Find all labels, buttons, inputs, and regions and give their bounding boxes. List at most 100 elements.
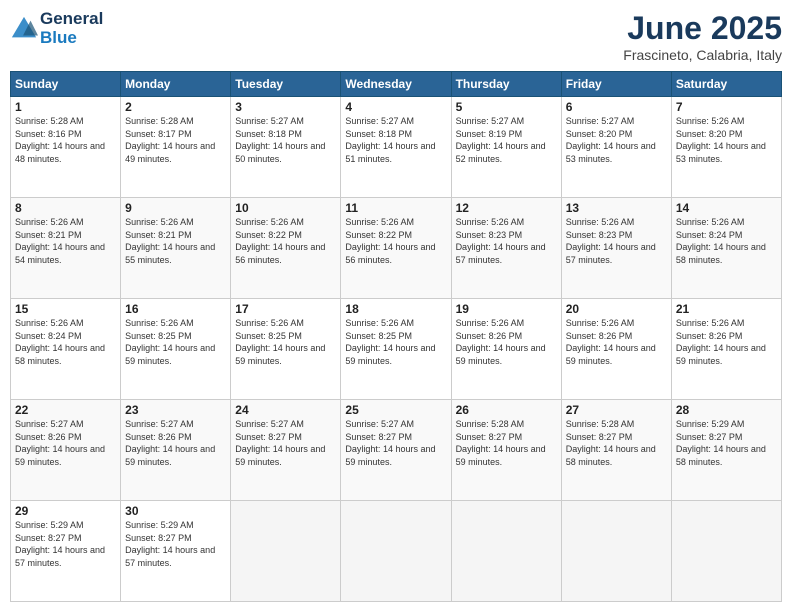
calendar-cell: 3 Sunrise: 5:27 AMSunset: 8:18 PMDaylight… [231,97,341,198]
day-info: Sunrise: 5:26 AMSunset: 8:26 PMDaylight:… [456,318,546,366]
day-number: 12 [456,201,557,215]
day-number: 29 [15,504,116,518]
month-title: June 2025 [623,10,782,47]
calendar-cell: 9 Sunrise: 5:26 AMSunset: 8:21 PMDaylight… [121,198,231,299]
day-info: Sunrise: 5:27 AMSunset: 8:27 PMDaylight:… [235,419,325,467]
title-block: June 2025 Frascineto, Calabria, Italy [623,10,782,63]
day-info: Sunrise: 5:26 AMSunset: 8:22 PMDaylight:… [235,217,325,265]
day-info: Sunrise: 5:28 AMSunset: 8:16 PMDaylight:… [15,116,105,164]
calendar-cell: 26 Sunrise: 5:28 AMSunset: 8:27 PMDayligh… [451,400,561,501]
calendar-cell [671,501,781,602]
calendar-cell [341,501,451,602]
calendar-cell: 25 Sunrise: 5:27 AMSunset: 8:27 PMDayligh… [341,400,451,501]
day-info: Sunrise: 5:26 AMSunset: 8:21 PMDaylight:… [125,217,215,265]
day-info: Sunrise: 5:28 AMSunset: 8:17 PMDaylight:… [125,116,215,164]
day-number: 30 [125,504,226,518]
weekday-header: Tuesday [231,72,341,97]
day-number: 5 [456,100,557,114]
calendar-cell: 18Sunrise: 5:26 AMSunset: 8:25 PMDayligh… [341,299,451,400]
day-info: Sunrise: 5:26 AMSunset: 8:25 PMDaylight:… [125,318,215,366]
day-number: 19 [456,302,557,316]
calendar-cell: 11 Sunrise: 5:26 AMSunset: 8:22 PMDayligh… [341,198,451,299]
calendar-cell: 5 Sunrise: 5:27 AMSunset: 8:19 PMDaylight… [451,97,561,198]
calendar-cell: 24Sunrise: 5:27 AMSunset: 8:27 PMDayligh… [231,400,341,501]
day-number: 28 [676,403,777,417]
calendar-cell: 28Sunrise: 5:29 AMSunset: 8:27 PMDayligh… [671,400,781,501]
calendar-cell: 27 Sunrise: 5:28 AMSunset: 8:27 PMDayligh… [561,400,671,501]
day-info: Sunrise: 5:28 AMSunset: 8:27 PMDaylight:… [566,419,656,467]
day-number: 8 [15,201,116,215]
day-info: Sunrise: 5:27 AMSunset: 8:18 PMDaylight:… [235,116,325,164]
header: General Blue June 2025 Frascineto, Calab… [10,10,782,63]
day-number: 15 [15,302,116,316]
day-info: Sunrise: 5:26 AMSunset: 8:23 PMDaylight:… [456,217,546,265]
calendar-cell: 10 Sunrise: 5:26 AMSunset: 8:22 PMDayligh… [231,198,341,299]
day-number: 10 [235,201,336,215]
day-info: Sunrise: 5:26 AMSunset: 8:26 PMDaylight:… [566,318,656,366]
calendar-cell: 13 Sunrise: 5:26 AMSunset: 8:23 PMDayligh… [561,198,671,299]
day-number: 22 [15,403,116,417]
calendar-cell: 16 Sunrise: 5:26 AMSunset: 8:25 PMDayligh… [121,299,231,400]
day-number: 27 [566,403,667,417]
day-number: 9 [125,201,226,215]
calendar-cell: 6 Sunrise: 5:27 AMSunset: 8:20 PMDaylight… [561,97,671,198]
day-info: Sunrise: 5:27 AMSunset: 8:26 PMDaylight:… [125,419,215,467]
weekday-header: Sunday [11,72,121,97]
day-info: Sunrise: 5:26 AMSunset: 8:26 PMDaylight:… [676,318,766,366]
day-number: 13 [566,201,667,215]
calendar-cell: 30 Sunrise: 5:29 AMSunset: 8:27 PMDayligh… [121,501,231,602]
day-number: 14 [676,201,777,215]
location: Frascineto, Calabria, Italy [623,47,782,63]
day-info: Sunrise: 5:27 AMSunset: 8:26 PMDaylight:… [15,419,105,467]
day-number: 3 [235,100,336,114]
day-number: 21 [676,302,777,316]
logo-icon [10,15,38,43]
day-number: 26 [456,403,557,417]
day-number: 11 [345,201,446,215]
day-info: Sunrise: 5:26 AMSunset: 8:23 PMDaylight:… [566,217,656,265]
calendar-cell: 17Sunrise: 5:26 AMSunset: 8:25 PMDayligh… [231,299,341,400]
day-number: 2 [125,100,226,114]
calendar-cell: 14 Sunrise: 5:26 AMSunset: 8:24 PMDayligh… [671,198,781,299]
day-info: Sunrise: 5:26 AMSunset: 8:25 PMDaylight:… [235,318,325,366]
weekday-header: Monday [121,72,231,97]
calendar-cell: 19 Sunrise: 5:26 AMSunset: 8:26 PMDayligh… [451,299,561,400]
calendar-cell: 4 Sunrise: 5:27 AMSunset: 8:18 PMDaylight… [341,97,451,198]
day-number: 16 [125,302,226,316]
day-info: Sunrise: 5:29 AMSunset: 8:27 PMDaylight:… [125,520,215,568]
calendar-cell: 7Sunrise: 5:26 AMSunset: 8:20 PMDaylight… [671,97,781,198]
day-number: 23 [125,403,226,417]
day-number: 25 [345,403,446,417]
calendar-cell: 15Sunrise: 5:26 AMSunset: 8:24 PMDayligh… [11,299,121,400]
calendar-cell [231,501,341,602]
weekday-header: Saturday [671,72,781,97]
calendar-cell: 22 Sunrise: 5:27 AMSunset: 8:26 PMDayligh… [11,400,121,501]
calendar-cell: 2 Sunrise: 5:28 AMSunset: 8:17 PMDaylight… [121,97,231,198]
day-info: Sunrise: 5:27 AMSunset: 8:27 PMDaylight:… [345,419,435,467]
calendar-cell [561,501,671,602]
weekday-header: Wednesday [341,72,451,97]
day-number: 6 [566,100,667,114]
calendar-cell: 29 Sunrise: 5:29 AMSunset: 8:27 PMDayligh… [11,501,121,602]
day-number: 20 [566,302,667,316]
day-info: Sunrise: 5:27 AMSunset: 8:20 PMDaylight:… [566,116,656,164]
weekday-header: Thursday [451,72,561,97]
calendar-cell: 8Sunrise: 5:26 AMSunset: 8:21 PMDaylight… [11,198,121,299]
logo-text: General Blue [40,10,103,47]
weekday-header: Friday [561,72,671,97]
day-number: 4 [345,100,446,114]
day-number: 7 [676,100,777,114]
day-info: Sunrise: 5:27 AMSunset: 8:18 PMDaylight:… [345,116,435,164]
logo: General Blue [10,10,103,47]
day-info: Sunrise: 5:29 AMSunset: 8:27 PMDaylight:… [15,520,105,568]
day-info: Sunrise: 5:26 AMSunset: 8:22 PMDaylight:… [345,217,435,265]
day-info: Sunrise: 5:28 AMSunset: 8:27 PMDaylight:… [456,419,546,467]
day-info: Sunrise: 5:26 AMSunset: 8:25 PMDaylight:… [345,318,435,366]
day-info: Sunrise: 5:27 AMSunset: 8:19 PMDaylight:… [456,116,546,164]
page: General Blue June 2025 Frascineto, Calab… [0,0,792,612]
calendar-cell [451,501,561,602]
calendar-cell: 20 Sunrise: 5:26 AMSunset: 8:26 PMDayligh… [561,299,671,400]
day-info: Sunrise: 5:26 AMSunset: 8:24 PMDaylight:… [676,217,766,265]
day-number: 1 [15,100,116,114]
calendar: SundayMondayTuesdayWednesdayThursdayFrid… [10,71,782,602]
